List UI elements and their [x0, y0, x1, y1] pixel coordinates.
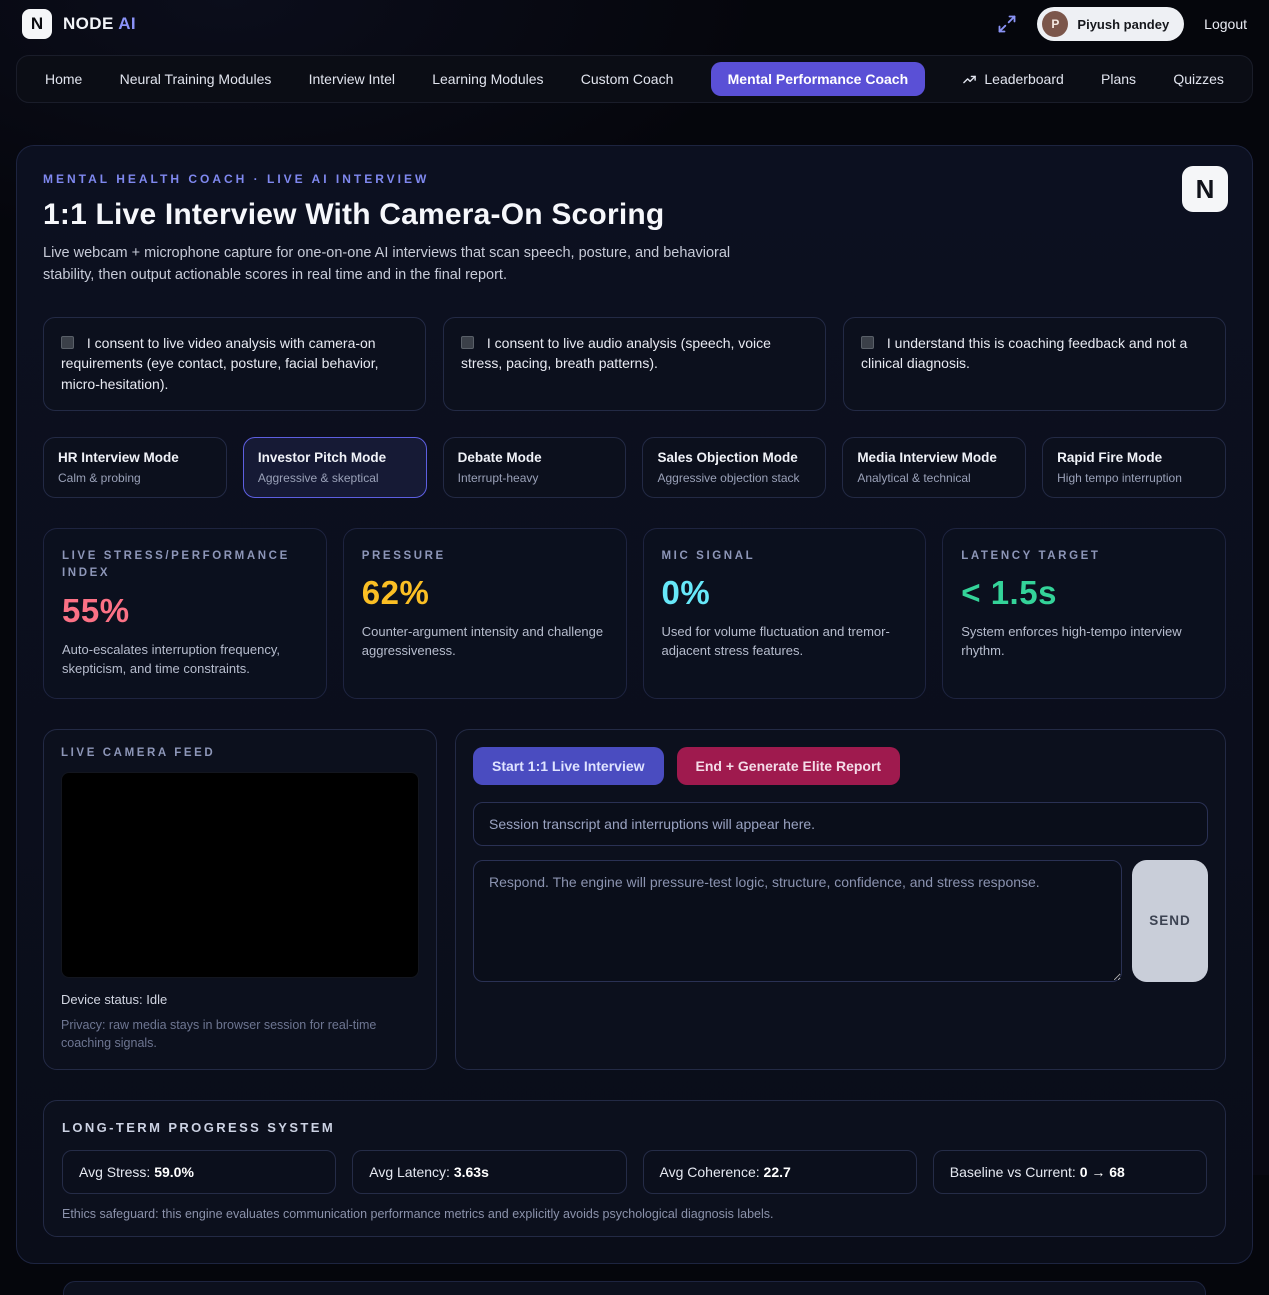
privacy-note: Privacy: raw media stays in browser sess…: [61, 1016, 419, 1052]
progress-heading: LONG-TERM PROGRESS SYSTEM: [62, 1120, 1207, 1135]
ethics-note: Ethics safeguard: this engine evaluates …: [62, 1207, 1207, 1221]
progress-card: LONG-TERM PROGRESS SYSTEM Avg Stress: 59…: [43, 1100, 1226, 1237]
device-status: Device status: Idle: [61, 992, 419, 1007]
avatar: P: [1042, 11, 1068, 37]
trending-up-icon: [962, 72, 977, 87]
nav-item-home[interactable]: Home: [45, 71, 82, 87]
brand-name-accent: AI: [118, 14, 136, 33]
mode-sales-objection[interactable]: Sales Objection Mode Aggressive objectio…: [642, 437, 826, 498]
card-logo: N: [1182, 166, 1228, 212]
stat-mic-signal: MIC SIGNAL 0% Used for volume fluctuatio…: [643, 528, 927, 699]
consent-coaching-label: I understand this is coaching feedback a…: [861, 335, 1187, 372]
mode-debate[interactable]: Debate Mode Interrupt-heavy: [443, 437, 627, 498]
camera-feed: [61, 772, 419, 978]
metric-row: Avg Stress: 59.0% Avg Latency: 3.63s Avg…: [62, 1150, 1207, 1194]
metric-avg-latency: Avg Latency: 3.63s: [352, 1150, 626, 1194]
page-title: 1:1 Live Interview With Camera-On Scorin…: [43, 198, 1226, 232]
stat-row: LIVE STRESS/PERFORMANCE INDEX 55% Auto-e…: [43, 528, 1226, 699]
user-menu[interactable]: P Piyush pandey: [1037, 7, 1184, 41]
stat-pressure: PRESSURE 62% Counter-argument intensity …: [343, 528, 627, 699]
nav-item-quizzes[interactable]: Quizzes: [1173, 71, 1224, 87]
mode-media-interview[interactable]: Media Interview Mode Analytical & techni…: [842, 437, 1026, 498]
respond-input[interactable]: [473, 860, 1122, 982]
nav-item-mental-performance-coach[interactable]: Mental Performance Coach: [711, 62, 926, 96]
breadcrumb-eyebrow: MENTAL HEALTH COACH · LIVE AI INTERVIEW: [43, 172, 1226, 186]
user-name: Piyush pandey: [1077, 17, 1169, 32]
footer: [63, 1281, 1206, 1295]
mode-row: HR Interview Mode Calm & probing Investo…: [43, 437, 1226, 498]
nav-item-leaderboard[interactable]: Leaderboard: [962, 71, 1063, 87]
audio-consent-checkbox[interactable]: [461, 336, 474, 349]
consent-row: I consent to live video analysis with ca…: [43, 317, 1226, 411]
nav-item-custom-coach[interactable]: Custom Coach: [581, 71, 674, 87]
mode-hr-interview[interactable]: HR Interview Mode Calm & probing: [43, 437, 227, 498]
brand-name: NODE AI: [63, 14, 136, 34]
main-nav: Home Neural Training Modules Interview I…: [16, 55, 1253, 103]
camera-card: LIVE CAMERA FEED Device status: Idle Pri…: [43, 729, 437, 1070]
bottom-grid: LIVE CAMERA FEED Device status: Idle Pri…: [43, 729, 1226, 1070]
consent-video-label: I consent to live video analysis with ca…: [61, 335, 379, 392]
brand: N NODE AI: [22, 9, 136, 39]
brand-logo: N: [22, 9, 52, 39]
session-panel: Start 1:1 Live Interview End + Generate …: [455, 729, 1226, 1070]
nav-item-interview-intel[interactable]: Interview Intel: [309, 71, 395, 87]
stress-index-value: 55%: [62, 592, 308, 630]
nav-item-neural-training-modules[interactable]: Neural Training Modules: [120, 71, 272, 87]
send-button[interactable]: SEND: [1132, 860, 1208, 982]
metric-avg-stress: Avg Stress: 59.0%: [62, 1150, 336, 1194]
consent-audio-label: I consent to live audio analysis (speech…: [461, 335, 771, 372]
pressure-value: 62%: [362, 574, 608, 612]
interview-panel-card: N MENTAL HEALTH COACH · LIVE AI INTERVIE…: [16, 145, 1253, 1264]
topbar: N NODE AI P Piyush pandey Logout: [0, 0, 1269, 48]
brand-logo-letter: N: [31, 14, 43, 34]
nav-item-plans[interactable]: Plans: [1101, 71, 1136, 87]
consent-audio-checkbox-card[interactable]: I consent to live audio analysis (speech…: [443, 317, 826, 411]
metric-avg-coherence: Avg Coherence: 22.7: [643, 1150, 917, 1194]
consent-coaching-checkbox-card[interactable]: I understand this is coaching feedback a…: [843, 317, 1226, 411]
consent-video-checkbox-card[interactable]: I consent to live video analysis with ca…: [43, 317, 426, 411]
video-consent-checkbox[interactable]: [61, 336, 74, 349]
stat-latency-target: LATENCY TARGET < 1.5s System enforces hi…: [942, 528, 1226, 699]
start-interview-button[interactable]: Start 1:1 Live Interview: [473, 747, 664, 785]
coaching-consent-checkbox[interactable]: [861, 336, 874, 349]
stat-stress-index: LIVE STRESS/PERFORMANCE INDEX 55% Auto-e…: [43, 528, 327, 699]
mic-signal-value: 0%: [662, 574, 908, 612]
fullscreen-expand-icon[interactable]: [997, 14, 1017, 34]
nav-item-learning-modules[interactable]: Learning Modules: [432, 71, 543, 87]
metric-baseline-vs-current: Baseline vs Current: 0 → 68: [933, 1150, 1207, 1194]
transcript-box: Session transcript and interruptions wil…: [473, 802, 1208, 846]
camera-label: LIVE CAMERA FEED: [61, 747, 419, 759]
logout-link[interactable]: Logout: [1204, 16, 1247, 32]
page-subtitle: Live webcam + microphone capture for one…: [43, 243, 783, 287]
end-report-button[interactable]: End + Generate Elite Report: [677, 747, 901, 785]
mode-investor-pitch[interactable]: Investor Pitch Mode Aggressive & skeptic…: [243, 437, 427, 498]
latency-target-value: < 1.5s: [961, 574, 1207, 612]
mode-rapid-fire[interactable]: Rapid Fire Mode High tempo interruption: [1042, 437, 1226, 498]
